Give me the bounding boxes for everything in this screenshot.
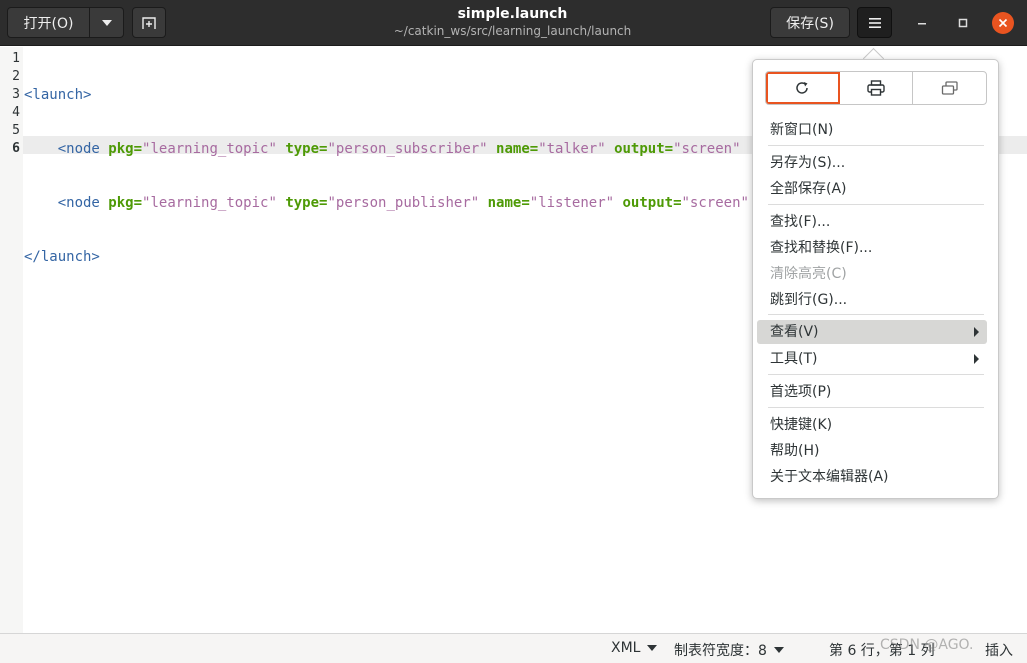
open-button-label: 打开(O) xyxy=(23,15,74,32)
xml-value: "listener" xyxy=(529,195,615,211)
menu-item-preferences[interactable]: 首选项(P) xyxy=(757,380,987,404)
dropdown-arrow-icon xyxy=(773,647,784,653)
xml-attribute: name= xyxy=(487,141,539,157)
tab-width-selector[interactable]: 制表符宽度：8 xyxy=(674,640,784,660)
menu-item-save-as[interactable]: 另存为(S)... xyxy=(757,151,987,175)
menu-item-tools[interactable]: 工具(T) xyxy=(757,347,987,371)
insert-mode-label: 插入 xyxy=(985,643,1013,659)
dropdown-arrow-icon xyxy=(647,645,658,651)
app-menu-popover: 新窗口(N) 另存为(S)... 全部保存(A) 查找(F)... 查找和替换(… xyxy=(752,59,999,499)
status-bar: XML 制表符宽度：8 第 6 行，第 1 列 插入 xyxy=(0,633,1027,663)
fullscreen-icon xyxy=(941,81,958,95)
menu-separator xyxy=(768,407,984,408)
xml-attribute: output= xyxy=(614,195,682,211)
language-selector[interactable]: XML xyxy=(611,640,658,656)
new-document-button[interactable] xyxy=(132,7,166,38)
maximize-icon xyxy=(958,18,968,28)
fullscreen-button[interactable] xyxy=(913,72,986,104)
minimize-icon xyxy=(918,23,926,25)
insert-mode-indicator: 插入 xyxy=(985,640,1013,660)
menu-separator xyxy=(768,374,984,375)
xml-attribute: pkg= xyxy=(99,195,143,211)
line-number: 4 xyxy=(12,105,20,120)
menu-item-view[interactable]: 查看(V) xyxy=(757,320,987,344)
close-window-button[interactable] xyxy=(992,12,1014,34)
menu-item-clear-highlight: 清除高亮(C) xyxy=(770,266,847,282)
xml-value: "screen" xyxy=(681,195,749,211)
menu-separator xyxy=(768,314,984,315)
hamburger-icon xyxy=(868,17,881,28)
menu-item-help[interactable]: 帮助(H) xyxy=(757,439,987,463)
line-number-gutter: 1 2 3 4 5 6 xyxy=(0,47,23,633)
xml-attribute: type= xyxy=(276,141,328,157)
save-button[interactable]: 保存(S) xyxy=(770,7,850,38)
minimize-button[interactable] xyxy=(911,12,933,34)
xml-attribute: type= xyxy=(276,195,328,211)
menu-item-about[interactable]: 关于文本编辑器(A) xyxy=(757,465,987,489)
xml-tag: <node xyxy=(57,195,100,211)
file-path-subtitle: ~/catkin_ws/src/learning_launch/launch xyxy=(393,24,632,38)
open-button[interactable]: 打开(O) xyxy=(7,7,90,38)
print-button[interactable] xyxy=(840,72,914,104)
hamburger-menu-button[interactable] xyxy=(857,7,892,38)
xml-attribute: name= xyxy=(479,195,530,211)
language-label: XML xyxy=(611,640,641,656)
menu-item-find[interactable]: 查找(F)... xyxy=(757,210,987,234)
line-number: 1 xyxy=(12,51,20,66)
new-tab-icon xyxy=(142,16,156,29)
open-recent-dropdown-button[interactable] xyxy=(89,7,124,38)
close-icon xyxy=(998,18,1008,28)
xml-value: "screen" xyxy=(673,141,741,157)
printer-icon xyxy=(867,80,885,96)
submenu-arrow-icon xyxy=(974,354,979,364)
reload-icon xyxy=(796,82,809,94)
reload-button[interactable] xyxy=(766,72,840,104)
save-button-label: 保存(S) xyxy=(786,15,834,32)
line-number: 5 xyxy=(12,123,20,138)
xml-tag: <node xyxy=(57,141,100,157)
window-title: simple.launch xyxy=(457,6,568,22)
xml-value: "person_subscriber" xyxy=(327,141,488,157)
xml-value: "person_publisher" xyxy=(327,195,480,211)
xml-tag: <launch> xyxy=(24,87,92,103)
xml-value: "talker" xyxy=(538,141,606,157)
menu-separator xyxy=(768,204,984,205)
xml-tag: </launch> xyxy=(24,249,100,265)
header-bar: 打开(O) simple.launch ~/catkin_ws/src/lear… xyxy=(0,0,1027,46)
menu-item-shortcuts[interactable]: 快捷键(K) xyxy=(757,413,987,437)
menu-action-row xyxy=(765,71,987,105)
line-number: 3 xyxy=(12,87,20,102)
menu-separator xyxy=(768,145,984,146)
xml-attribute: pkg= xyxy=(99,141,143,157)
xml-value: "learning_topic" xyxy=(142,195,277,211)
line-number: 2 xyxy=(12,69,20,84)
line-number-current: 6 xyxy=(12,141,20,156)
chevron-down-icon xyxy=(101,19,112,26)
menu-item-new-window[interactable]: 新窗口(N) xyxy=(757,118,987,142)
xml-value: "learning_topic" xyxy=(142,141,277,157)
menu-item-tools-label: 工具(T) xyxy=(770,351,818,367)
menu-item-find-replace[interactable]: 查找和替换(F)... xyxy=(757,236,987,260)
tab-width-label: 制表符宽度：8 xyxy=(674,643,767,659)
xml-attribute: output= xyxy=(605,141,674,157)
menu-item-goto-line[interactable]: 跳到行(G)... xyxy=(757,288,987,312)
maximize-button[interactable] xyxy=(952,12,974,34)
menu-item-view-label: 查看(V) xyxy=(770,324,819,340)
menu-item-save-all[interactable]: 全部保存(A) xyxy=(757,177,987,201)
watermark-text: CSDN @AGO. xyxy=(880,637,974,653)
submenu-arrow-icon xyxy=(974,327,979,337)
